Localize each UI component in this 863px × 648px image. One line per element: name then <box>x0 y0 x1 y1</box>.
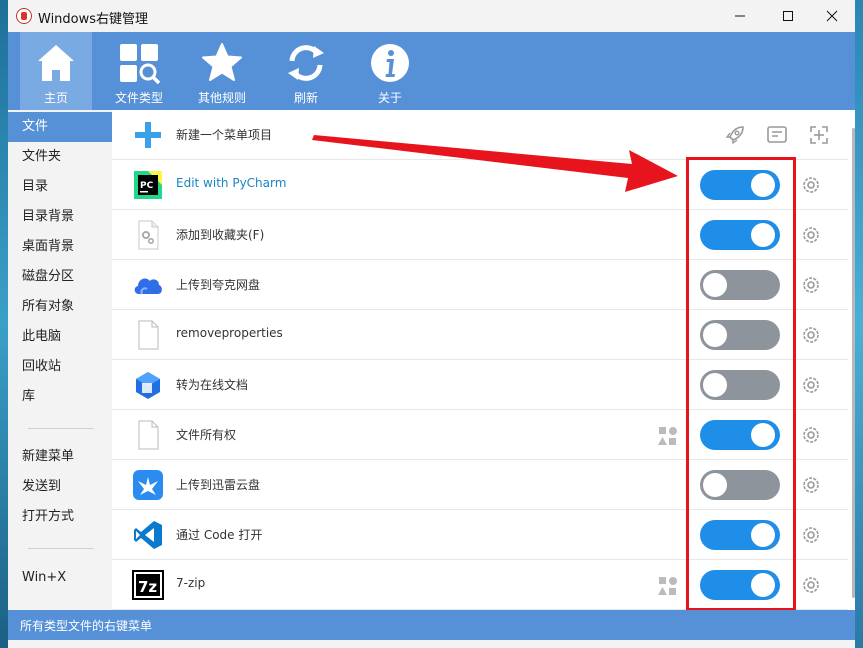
annotation-highlight-box <box>686 157 796 611</box>
menu-item-label[interactable]: 上传到迅雷云盘 <box>176 476 260 493</box>
blank-file-icon <box>138 420 159 450</box>
close-icon <box>826 10 838 22</box>
minimize-button[interactable] <box>717 0 763 32</box>
menu-item-label[interactable]: 转为在线文档 <box>176 376 248 393</box>
menu-item-label[interactable]: 7-zip <box>176 576 205 590</box>
menu-item-label[interactable]: 上传到夸克网盘 <box>176 276 260 293</box>
sidebar-item-new-menu[interactable]: 新建菜单 <box>8 442 112 472</box>
sidebar-divider <box>28 428 94 429</box>
sidebar-item-send-to[interactable]: 发送到 <box>8 472 112 502</box>
tab-about[interactable]: 关于 <box>354 32 426 110</box>
blank-file-icon <box>138 320 159 350</box>
tab-other-rules[interactable]: 其他规则 <box>186 32 258 110</box>
gear-icon[interactable] <box>800 274 822 296</box>
maximize-button[interactable] <box>765 0 811 32</box>
menu-item-label[interactable]: Edit with PyCharm <box>176 176 286 190</box>
tab-refresh-label: 刷新 <box>293 91 318 105</box>
sidebar-item-file[interactable]: 文件 <box>8 112 112 142</box>
svg-text:7z: 7z <box>138 578 157 596</box>
tab-refresh[interactable]: 刷新 <box>270 32 342 110</box>
sidebar-item-open-with[interactable]: 打开方式 <box>8 502 112 532</box>
info-icon <box>371 44 409 82</box>
refresh-icon <box>288 45 324 81</box>
note-icon[interactable] <box>766 124 788 146</box>
gear-icon[interactable] <box>800 524 822 546</box>
gear-icon[interactable] <box>800 324 822 346</box>
title-bar: Windows右键管理 <box>8 0 855 32</box>
maximize-icon <box>783 11 793 21</box>
svg-text:PC: PC <box>140 181 154 191</box>
menu-item-label[interactable]: 添加到收藏夹(F) <box>176 226 264 243</box>
close-button[interactable] <box>809 0 855 32</box>
gear-icon[interactable] <box>800 574 822 596</box>
list-scrollbar[interactable] <box>852 128 855 598</box>
menu-item-label[interactable]: 通过 Code 打开 <box>176 526 262 543</box>
window-bottom-edge <box>8 640 855 648</box>
rocket-icon[interactable] <box>724 124 746 146</box>
desktop-background-left <box>0 0 8 648</box>
sidebar-item-recycle-bin[interactable]: 回收站 <box>8 352 112 382</box>
toolbar: 主页 文件类型 其他规则 刷新 关于 <box>8 32 855 110</box>
pycharm-icon: PC <box>134 171 162 199</box>
sidebar-item-library[interactable]: 库 <box>8 382 112 412</box>
menu-item-label[interactable]: removeproperties <box>176 326 283 340</box>
sidebar-item-desktop-background[interactable]: 桌面背景 <box>8 232 112 262</box>
quark-cloud-icon <box>134 278 162 295</box>
gear-icon[interactable] <box>800 474 822 496</box>
sidebar-item-all-objects[interactable]: 所有对象 <box>8 292 112 322</box>
tab-other-rules-label: 其他规则 <box>197 91 246 105</box>
tab-file-types[interactable]: 文件类型 <box>103 32 175 110</box>
vscode-icon <box>134 521 162 549</box>
new-menu-item-row[interactable]: 新建一个菜单项目 <box>112 110 848 160</box>
app-window: Windows右键管理 主页 文件类型 其他规则 刷新 关于 文件 文件夹 目录… <box>8 0 855 648</box>
gear-icon[interactable] <box>800 374 822 396</box>
sidebar-item-directory[interactable]: 目录 <box>8 172 112 202</box>
tab-file-types-label: 文件类型 <box>114 91 163 105</box>
status-bar: 所有类型文件的右键菜单 <box>8 610 855 640</box>
sidebar-item-this-pc[interactable]: 此电脑 <box>8 322 112 352</box>
thunder-cloud-icon <box>133 470 163 500</box>
status-text: 所有类型文件的右键菜单 <box>20 619 153 633</box>
sidebar-item-win-x[interactable]: Win+X <box>8 563 112 593</box>
sidebar: 文件 文件夹 目录 目录背景 桌面背景 磁盘分区 所有对象 此电脑 回收站 库 … <box>8 110 112 610</box>
tab-about-label: 关于 <box>377 91 402 105</box>
minimize-icon <box>735 15 745 17</box>
app-logo-icon <box>16 8 32 24</box>
add-icon <box>135 122 161 148</box>
add-target-icon[interactable] <box>808 124 830 146</box>
window-title: Windows右键管理 <box>38 12 149 27</box>
permission-icon[interactable] <box>658 576 678 596</box>
permission-icon[interactable] <box>658 426 678 446</box>
sidebar-item-drive[interactable]: 磁盘分区 <box>8 262 112 292</box>
menu-item-label[interactable]: 文件所有权 <box>176 426 236 443</box>
gear-icon[interactable] <box>800 424 822 446</box>
new-menu-item-label: 新建一个菜单项目 <box>176 128 273 142</box>
home-icon <box>38 45 74 81</box>
gear-icon[interactable] <box>800 174 822 196</box>
tab-home[interactable]: 主页 <box>20 32 92 110</box>
sidebar-item-directory-background[interactable]: 目录背景 <box>8 202 112 232</box>
online-doc-icon <box>136 372 160 399</box>
sidebar-item-folder[interactable]: 文件夹 <box>8 142 112 172</box>
desktop-background-right <box>855 0 863 648</box>
sidebar-divider <box>28 548 94 549</box>
star-icon <box>202 43 242 81</box>
7zip-icon: 7z <box>132 570 164 600</box>
tab-home-label: 主页 <box>43 91 68 105</box>
settings-file-icon <box>138 220 159 250</box>
file-types-icon <box>120 44 161 85</box>
gear-icon[interactable] <box>800 224 822 246</box>
